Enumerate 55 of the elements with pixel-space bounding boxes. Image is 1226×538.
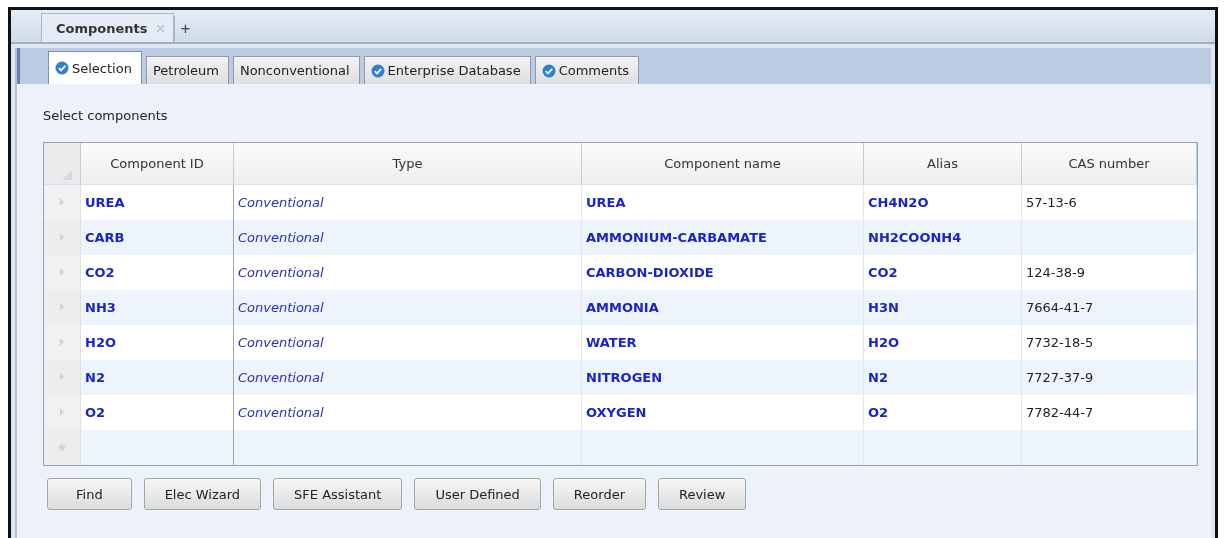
row-arrow-icon xyxy=(59,267,65,277)
action-button[interactable]: Elec Wizard xyxy=(143,478,262,510)
column-header[interactable]: CAS number xyxy=(1021,143,1197,185)
add-tab-button[interactable]: + xyxy=(173,16,197,42)
select-all-corner[interactable] xyxy=(44,143,81,185)
column-header[interactable]: Component name xyxy=(581,143,864,185)
action-button[interactable]: User Defined xyxy=(414,478,541,510)
checkmark-icon xyxy=(55,61,69,75)
table-cell: NH3 xyxy=(80,290,234,325)
tab[interactable]: Nonconventional xyxy=(232,56,360,84)
row-arrow-icon xyxy=(59,337,65,347)
table-cell: 7727-37-9 xyxy=(1021,360,1197,395)
close-icon[interactable] xyxy=(155,23,165,33)
row-header[interactable] xyxy=(44,220,81,255)
row-header[interactable] xyxy=(44,184,81,220)
column-header[interactable]: Alias xyxy=(863,143,1022,185)
column-header[interactable]: Component ID xyxy=(80,143,234,185)
tab[interactable]: Petroleum xyxy=(145,56,229,84)
table-cell: Conventional xyxy=(233,290,582,325)
star-icon xyxy=(57,442,67,452)
checkmark-icon xyxy=(541,63,556,78)
document-tab[interactable]: Components xyxy=(41,13,174,42)
table-cell: NITROGEN xyxy=(581,360,864,395)
row-header[interactable] xyxy=(44,325,81,360)
table-cell: Conventional xyxy=(233,360,582,395)
table-cell: H3N xyxy=(863,290,1022,325)
table-cell: CARB xyxy=(80,220,234,255)
column-header[interactable]: Type xyxy=(233,143,582,185)
section-label: Select components xyxy=(43,108,169,125)
row-header[interactable] xyxy=(44,255,81,290)
row-header[interactable] xyxy=(44,290,81,325)
table-cell: NH2COONH4 xyxy=(863,220,1022,255)
row-arrow-icon xyxy=(59,302,65,312)
table-cell: N2 xyxy=(863,360,1022,395)
row-header[interactable] xyxy=(44,360,81,395)
table-cell: 7664-41-7 xyxy=(1021,290,1197,325)
table-cell: AMMONIUM-CARBAMATE xyxy=(581,220,864,255)
table-cell: AMMONIA xyxy=(581,290,864,325)
row-header[interactable] xyxy=(44,395,81,430)
action-button[interactable]: Review xyxy=(658,478,747,510)
tab-label: Components xyxy=(56,20,148,36)
row-arrow-icon xyxy=(59,372,65,382)
tab[interactable]: Enterprise Database xyxy=(363,56,531,84)
row-arrow-icon xyxy=(59,232,65,242)
action-button[interactable]: Find xyxy=(47,478,132,510)
table-cell: N2 xyxy=(80,360,234,395)
action-button[interactable]: Reorder xyxy=(552,478,646,510)
table-cell: Conventional xyxy=(233,220,582,255)
tab[interactable]: Selection xyxy=(48,51,142,84)
row-arrow-icon xyxy=(59,407,65,417)
action-button[interactable]: SFE Assistant xyxy=(273,478,403,510)
new-row-header[interactable] xyxy=(44,430,81,465)
tab[interactable]: Comments xyxy=(534,56,640,84)
checkmark-icon xyxy=(370,63,385,78)
row-arrow-icon xyxy=(59,197,65,207)
